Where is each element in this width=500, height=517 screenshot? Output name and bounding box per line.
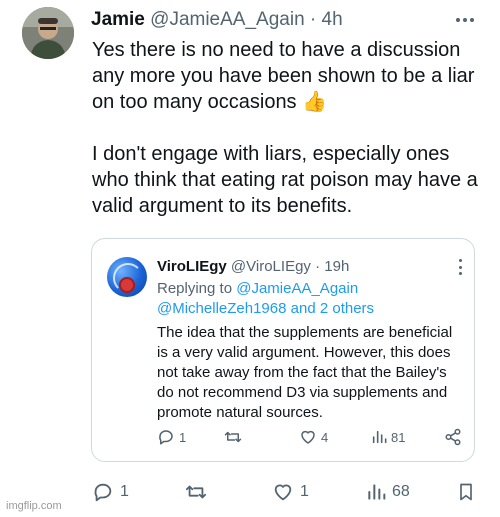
retweet-button[interactable] (184, 480, 214, 504)
quote-reply-button[interactable]: 1 (157, 426, 186, 448)
replying-to: Replying to @JamieAA_Again @MichelleZeh1… (157, 279, 457, 319)
quote-more-options-icon[interactable] (457, 259, 463, 275)
quote-retweet-button[interactable] (223, 426, 247, 448)
reply-count: 1 (120, 483, 129, 500)
quote-timestamp[interactable]: 19h (324, 258, 349, 275)
quote-avatar[interactable] (107, 257, 147, 297)
quote-views-button[interactable]: 81 (371, 426, 405, 448)
replying-prefix: Replying to (157, 280, 233, 297)
quote-like-button[interactable]: 4 (299, 426, 328, 448)
reply-count: 1 (179, 429, 187, 445)
replying-user-link[interactable]: @MichelleZeh1968 (157, 300, 286, 317)
author-handle[interactable]: @JamieAA_Again (150, 9, 304, 30)
tweet-page: Jamie @JamieAA_Again · 4h Yes there is n… (0, 0, 500, 517)
bookmark-button[interactable] (456, 480, 476, 504)
reply-icon (94, 483, 112, 502)
views-button[interactable]: 68 (366, 480, 410, 504)
like-count: 4 (321, 429, 329, 445)
virus-icon (119, 277, 135, 293)
heart-icon (274, 484, 292, 501)
share-icon (445, 428, 461, 446)
views-bar-chart-icon (372, 430, 387, 444)
retweet-icon (185, 485, 207, 499)
more-options-icon[interactable] (452, 10, 478, 30)
tweet-text: Yes there is no need to have a discussio… (92, 37, 488, 219)
reply-icon (159, 430, 173, 445)
views-count: 81 (391, 429, 406, 445)
quote-text: The idea that the supplements are benefi… (157, 324, 453, 421)
watermark: imgflip.com (6, 500, 62, 512)
views-count: 68 (392, 483, 410, 500)
thumbs-up-icon: 👍 (302, 91, 328, 113)
like-count: 1 (300, 483, 309, 500)
tweet-paragraph: I don't engage with liars, especially on… (92, 143, 478, 217)
replying-and: and (290, 300, 316, 317)
views-bar-chart-icon (368, 484, 386, 500)
reply-button[interactable]: 1 (92, 480, 129, 504)
tweet-action-bar: 1 1 68 (92, 480, 482, 504)
timestamp[interactable]: 4h (322, 9, 343, 30)
quote-author-handle[interactable]: @ViroLIEgy (231, 258, 311, 275)
quote-header: ViroLIEgy @ViroLIEgy · 19h (157, 257, 447, 277)
replying-user-link[interactable]: @JamieAA_Again (236, 280, 358, 297)
avatar[interactable] (22, 7, 74, 59)
author-name[interactable]: Jamie (91, 9, 145, 30)
quote-share-button[interactable] (444, 426, 462, 448)
separator: · (309, 9, 317, 30)
separator: · (315, 258, 321, 275)
retweet-icon (224, 431, 242, 443)
quote-author-name[interactable]: ViroLIEgy (157, 258, 227, 275)
tweet-header: Jamie @JamieAA_Again · 4h (91, 9, 471, 35)
replying-others-link[interactable]: 2 others (320, 300, 374, 317)
quote-action-bar: 1 4 81 (157, 426, 462, 448)
heart-icon (301, 430, 315, 444)
bookmark-icon (460, 483, 472, 501)
avatar-photo (22, 7, 74, 59)
like-button[interactable]: 1 (272, 480, 309, 504)
tweet-paragraph: Yes there is no need to have a discussio… (92, 39, 475, 113)
quoted-tweet-card[interactable]: ViroLIEgy @ViroLIEgy · 19h Replying to @… (91, 238, 475, 462)
